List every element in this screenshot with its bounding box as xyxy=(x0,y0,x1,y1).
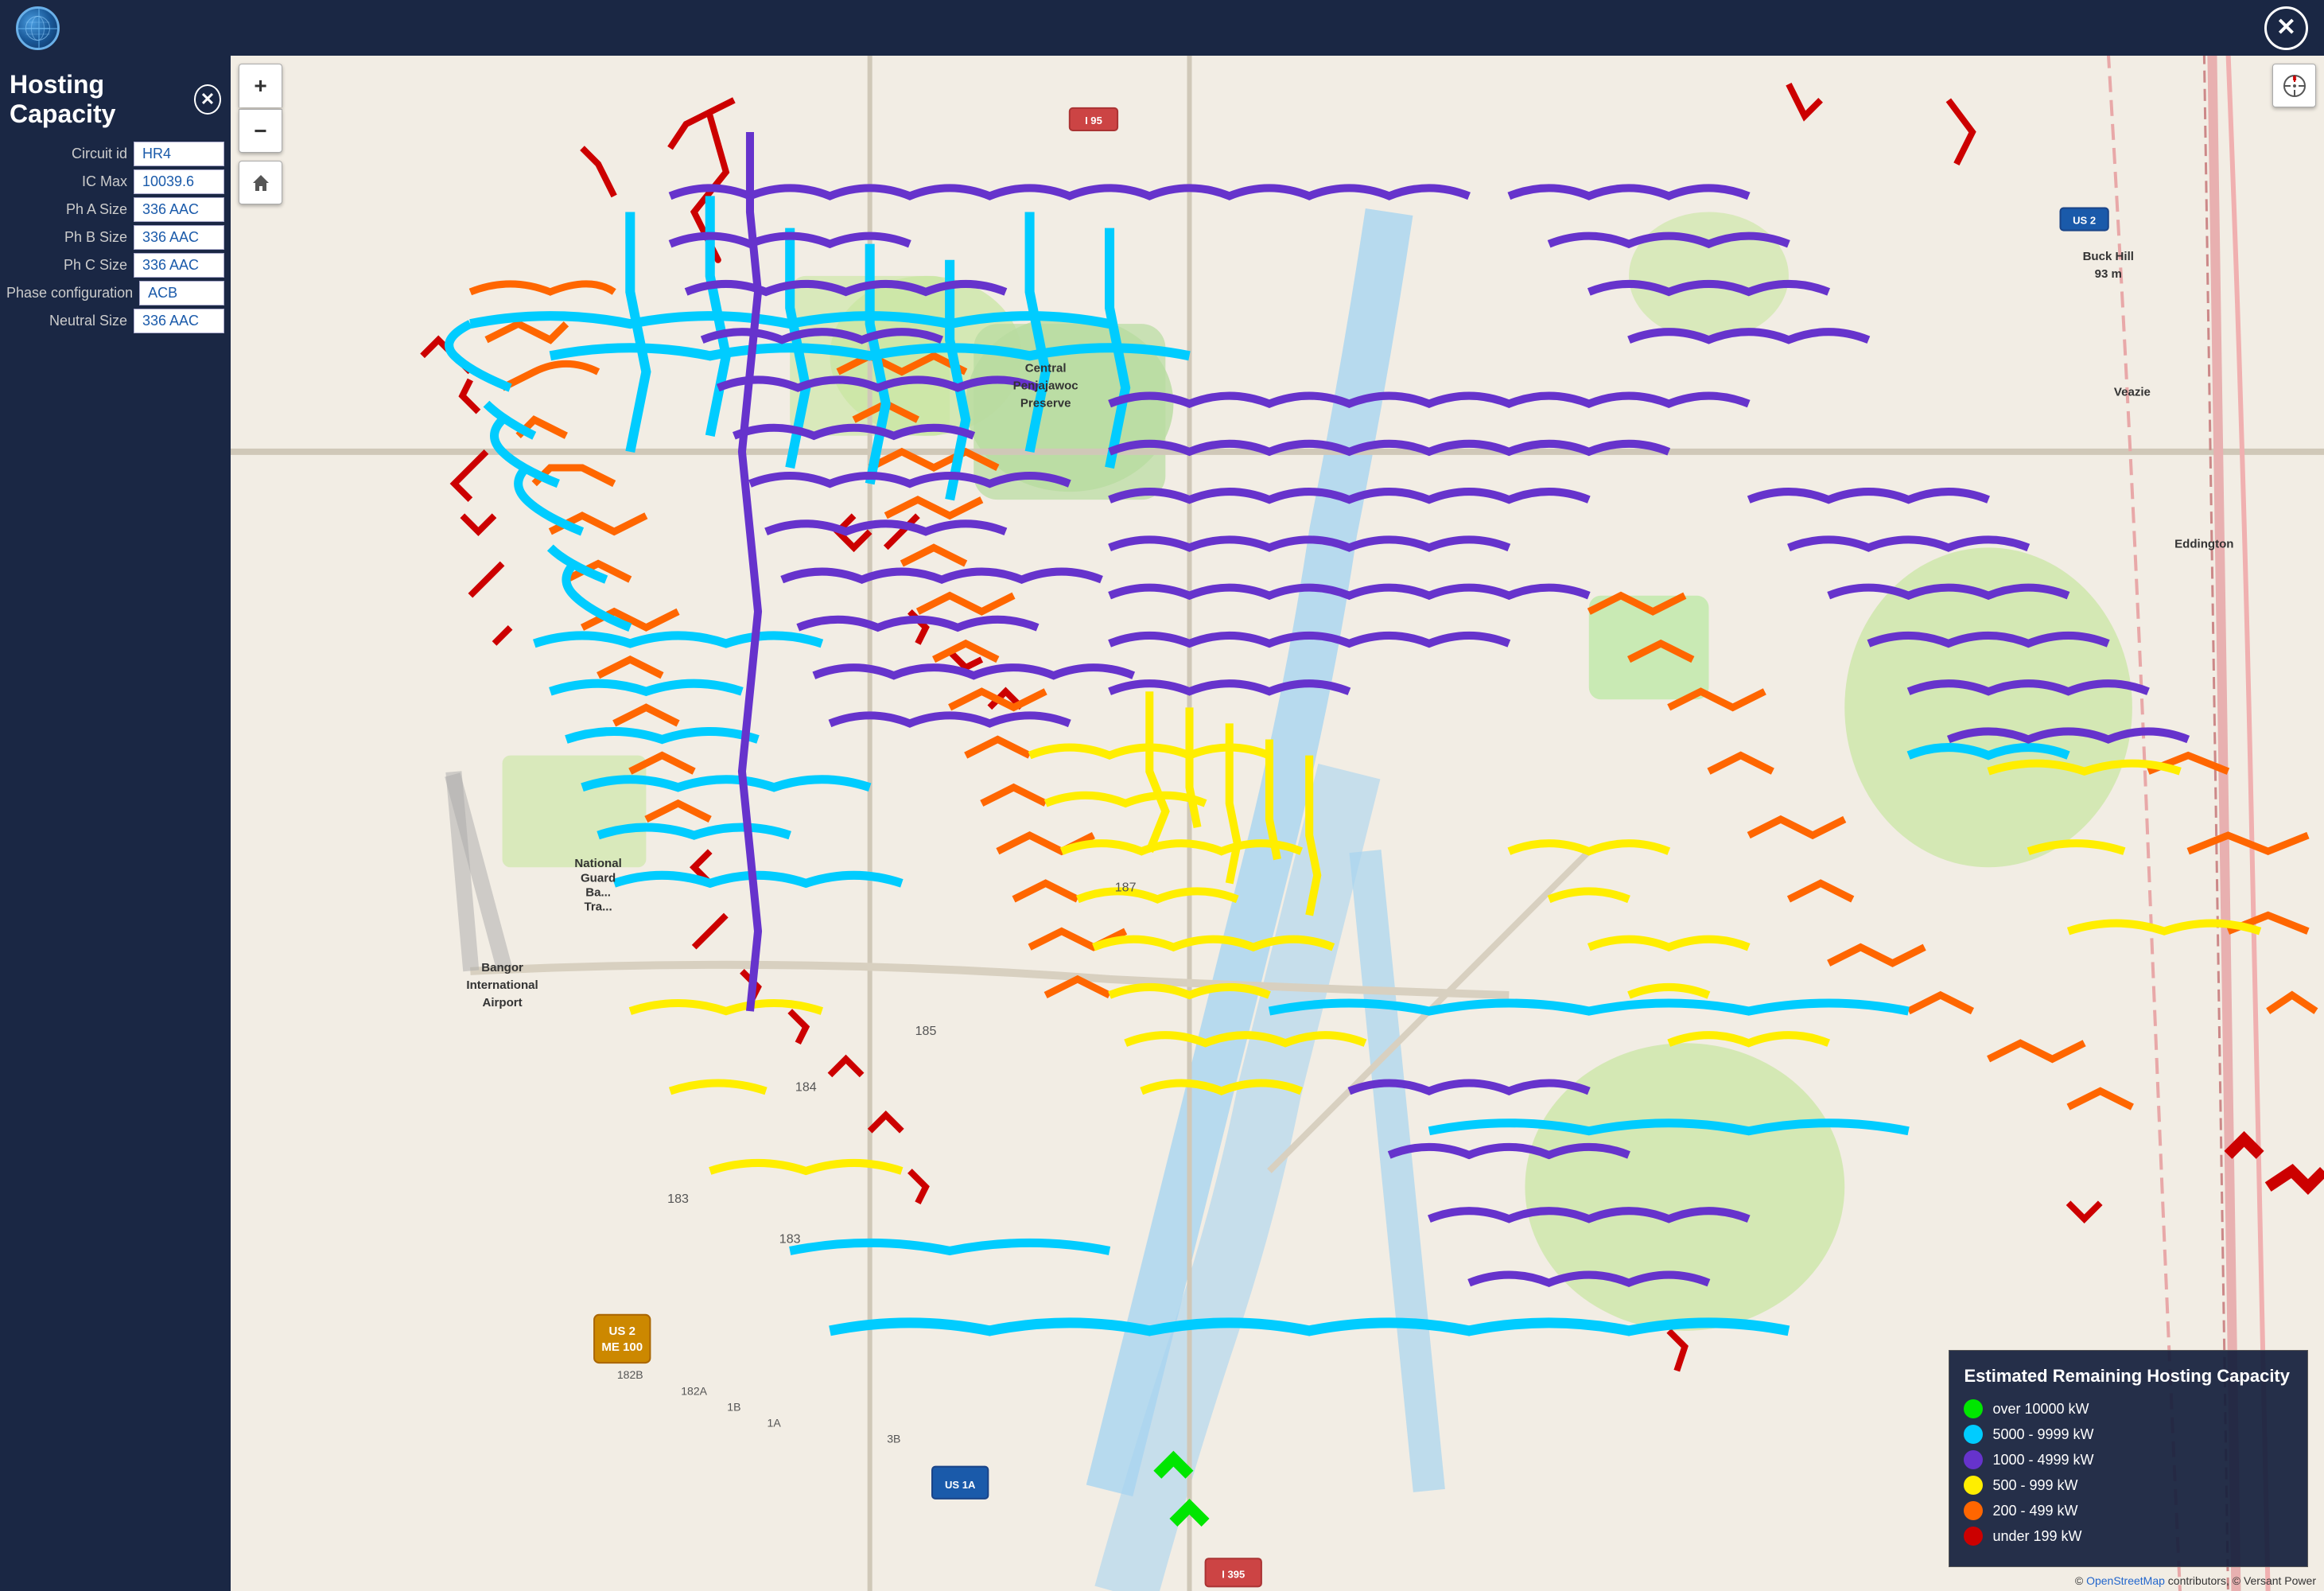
ph-b-size-value: 336 AAC xyxy=(134,225,224,250)
ph-b-size-label: Ph B Size xyxy=(6,229,134,246)
main-content: Hosting Capacity ✕ Circuit id HR4 IC Max… xyxy=(0,56,2324,1591)
panel-header: Hosting Capacity ✕ xyxy=(0,64,231,142)
attribution-suffix: contributors, © Versant Power xyxy=(2165,1574,2316,1587)
legend-item-label: over 10000 kW xyxy=(1992,1401,2089,1418)
legend-item-label: 500 - 999 kW xyxy=(1992,1477,2077,1494)
ph-c-size-label: Ph C Size xyxy=(6,257,134,274)
attribution: © OpenStreetMap contributors, © Versant … xyxy=(2075,1574,2316,1587)
svg-text:Tra...: Tra... xyxy=(585,900,612,913)
legend-color-swatch xyxy=(1964,1476,1983,1495)
svg-text:International: International xyxy=(466,978,538,992)
legend-item: 200 - 499 kW xyxy=(1964,1501,2290,1520)
ph-c-size-value: 336 AAC xyxy=(134,253,224,278)
zoom-out-button[interactable]: − xyxy=(239,109,282,153)
ic-max-row: IC Max 10039.6 xyxy=(0,169,231,194)
attribution-prefix: © xyxy=(2075,1574,2086,1587)
svg-text:3B: 3B xyxy=(887,1433,900,1445)
zoom-in-button[interactable]: + xyxy=(239,64,282,107)
legend: Estimated Remaining Hosting Capacity ove… xyxy=(1949,1350,2308,1567)
legend-color-swatch xyxy=(1964,1399,1983,1418)
legend-item: 500 - 999 kW xyxy=(1964,1476,2290,1495)
svg-text:Bangor: Bangor xyxy=(481,961,523,974)
svg-text:185: 185 xyxy=(915,1024,937,1038)
legend-item-label: 1000 - 4999 kW xyxy=(1992,1452,2093,1468)
ph-a-size-value: 336 AAC xyxy=(134,197,224,222)
legend-title: Estimated Remaining Hosting Capacity xyxy=(1964,1365,2290,1388)
ph-a-size-label: Ph A Size xyxy=(6,201,134,218)
globe-icon[interactable] xyxy=(16,6,60,50)
legend-item: under 199 kW xyxy=(1964,1527,2290,1546)
legend-item: 5000 - 9999 kW xyxy=(1964,1425,2290,1444)
svg-text:Buck Hill: Buck Hill xyxy=(2083,250,2134,263)
legend-item-label: 200 - 499 kW xyxy=(1992,1503,2077,1519)
home-button[interactable] xyxy=(239,161,282,204)
svg-text:183: 183 xyxy=(667,1192,689,1206)
svg-text:ME 100: ME 100 xyxy=(601,1340,643,1354)
svg-text:I 395: I 395 xyxy=(1222,1568,1245,1580)
left-panel: Hosting Capacity ✕ Circuit id HR4 IC Max… xyxy=(0,56,231,1591)
svg-text:Veazie: Veazie xyxy=(2114,386,2151,399)
close-top-button[interactable]: ✕ xyxy=(2264,6,2308,50)
legend-color-swatch xyxy=(1964,1501,1983,1520)
legend-color-swatch xyxy=(1964,1450,1983,1469)
neutral-size-value: 336 AAC xyxy=(134,309,224,333)
ph-a-size-row: Ph A Size 336 AAC xyxy=(0,197,231,222)
svg-text:187: 187 xyxy=(1115,880,1137,894)
svg-text:Ba...: Ba... xyxy=(585,885,611,899)
ic-max-value: 10039.6 xyxy=(134,169,224,194)
panel-close-button[interactable]: ✕ xyxy=(194,84,221,115)
map-container[interactable]: I 95 US 2 US 2 ME 100 US 1A I 395 Centra… xyxy=(231,56,2324,1591)
svg-text:US 2: US 2 xyxy=(609,1325,635,1338)
phase-config-value: ACB xyxy=(139,281,224,305)
svg-text:182B: 182B xyxy=(617,1368,643,1381)
circuit-id-label: Circuit id xyxy=(6,146,134,162)
svg-text:National: National xyxy=(574,857,621,870)
svg-text:Preserve: Preserve xyxy=(1020,397,1071,410)
svg-text:N: N xyxy=(2292,76,2296,82)
svg-text:1A: 1A xyxy=(768,1416,782,1429)
panel-title: Hosting Capacity xyxy=(10,70,194,129)
legend-items: over 10000 kW 5000 - 9999 kW 1000 - 4999 k… xyxy=(1964,1399,2290,1546)
svg-text:Penjajawoc: Penjajawoc xyxy=(1013,379,1078,393)
legend-item-label: 5000 - 9999 kW xyxy=(1992,1426,2093,1443)
svg-text:Guard: Guard xyxy=(581,871,616,885)
ph-b-size-row: Ph B Size 336 AAC xyxy=(0,225,231,250)
svg-text:US 1A: US 1A xyxy=(945,1479,976,1491)
legend-color-swatch xyxy=(1964,1425,1983,1444)
neutral-size-row: Neutral Size 336 AAC xyxy=(0,309,231,333)
osm-link[interactable]: OpenStreetMap xyxy=(2086,1574,2165,1587)
circuit-id-value: HR4 xyxy=(134,142,224,166)
svg-text:US 2: US 2 xyxy=(2073,215,2096,227)
svg-text:Airport: Airport xyxy=(482,996,522,1009)
svg-text:183: 183 xyxy=(779,1231,801,1246)
legend-item: over 10000 kW xyxy=(1964,1399,2290,1418)
svg-text:Central: Central xyxy=(1025,361,1067,375)
ic-max-label: IC Max xyxy=(6,173,134,190)
legend-item: 1000 - 4999 kW xyxy=(1964,1450,2290,1469)
legend-item-label: under 199 kW xyxy=(1992,1528,2081,1545)
svg-text:1B: 1B xyxy=(727,1400,740,1413)
compass-button[interactable]: N xyxy=(2272,64,2316,107)
map-controls: + − xyxy=(239,64,282,204)
svg-text:182A: 182A xyxy=(681,1384,707,1397)
svg-text:Eddington: Eddington xyxy=(2174,537,2233,550)
top-bar: ✕ xyxy=(0,0,2324,56)
phase-config-label: Phase configuration xyxy=(6,285,139,301)
circuit-id-row: Circuit id HR4 xyxy=(0,142,231,166)
svg-text:184: 184 xyxy=(795,1080,817,1095)
svg-text:93 m: 93 m xyxy=(2095,267,2122,281)
phase-config-row: Phase configuration ACB xyxy=(0,281,231,305)
neutral-size-label: Neutral Size xyxy=(6,313,134,329)
legend-color-swatch xyxy=(1964,1527,1983,1546)
svg-text:I 95: I 95 xyxy=(1085,115,1102,126)
ph-c-size-row: Ph C Size 336 AAC xyxy=(0,253,231,278)
